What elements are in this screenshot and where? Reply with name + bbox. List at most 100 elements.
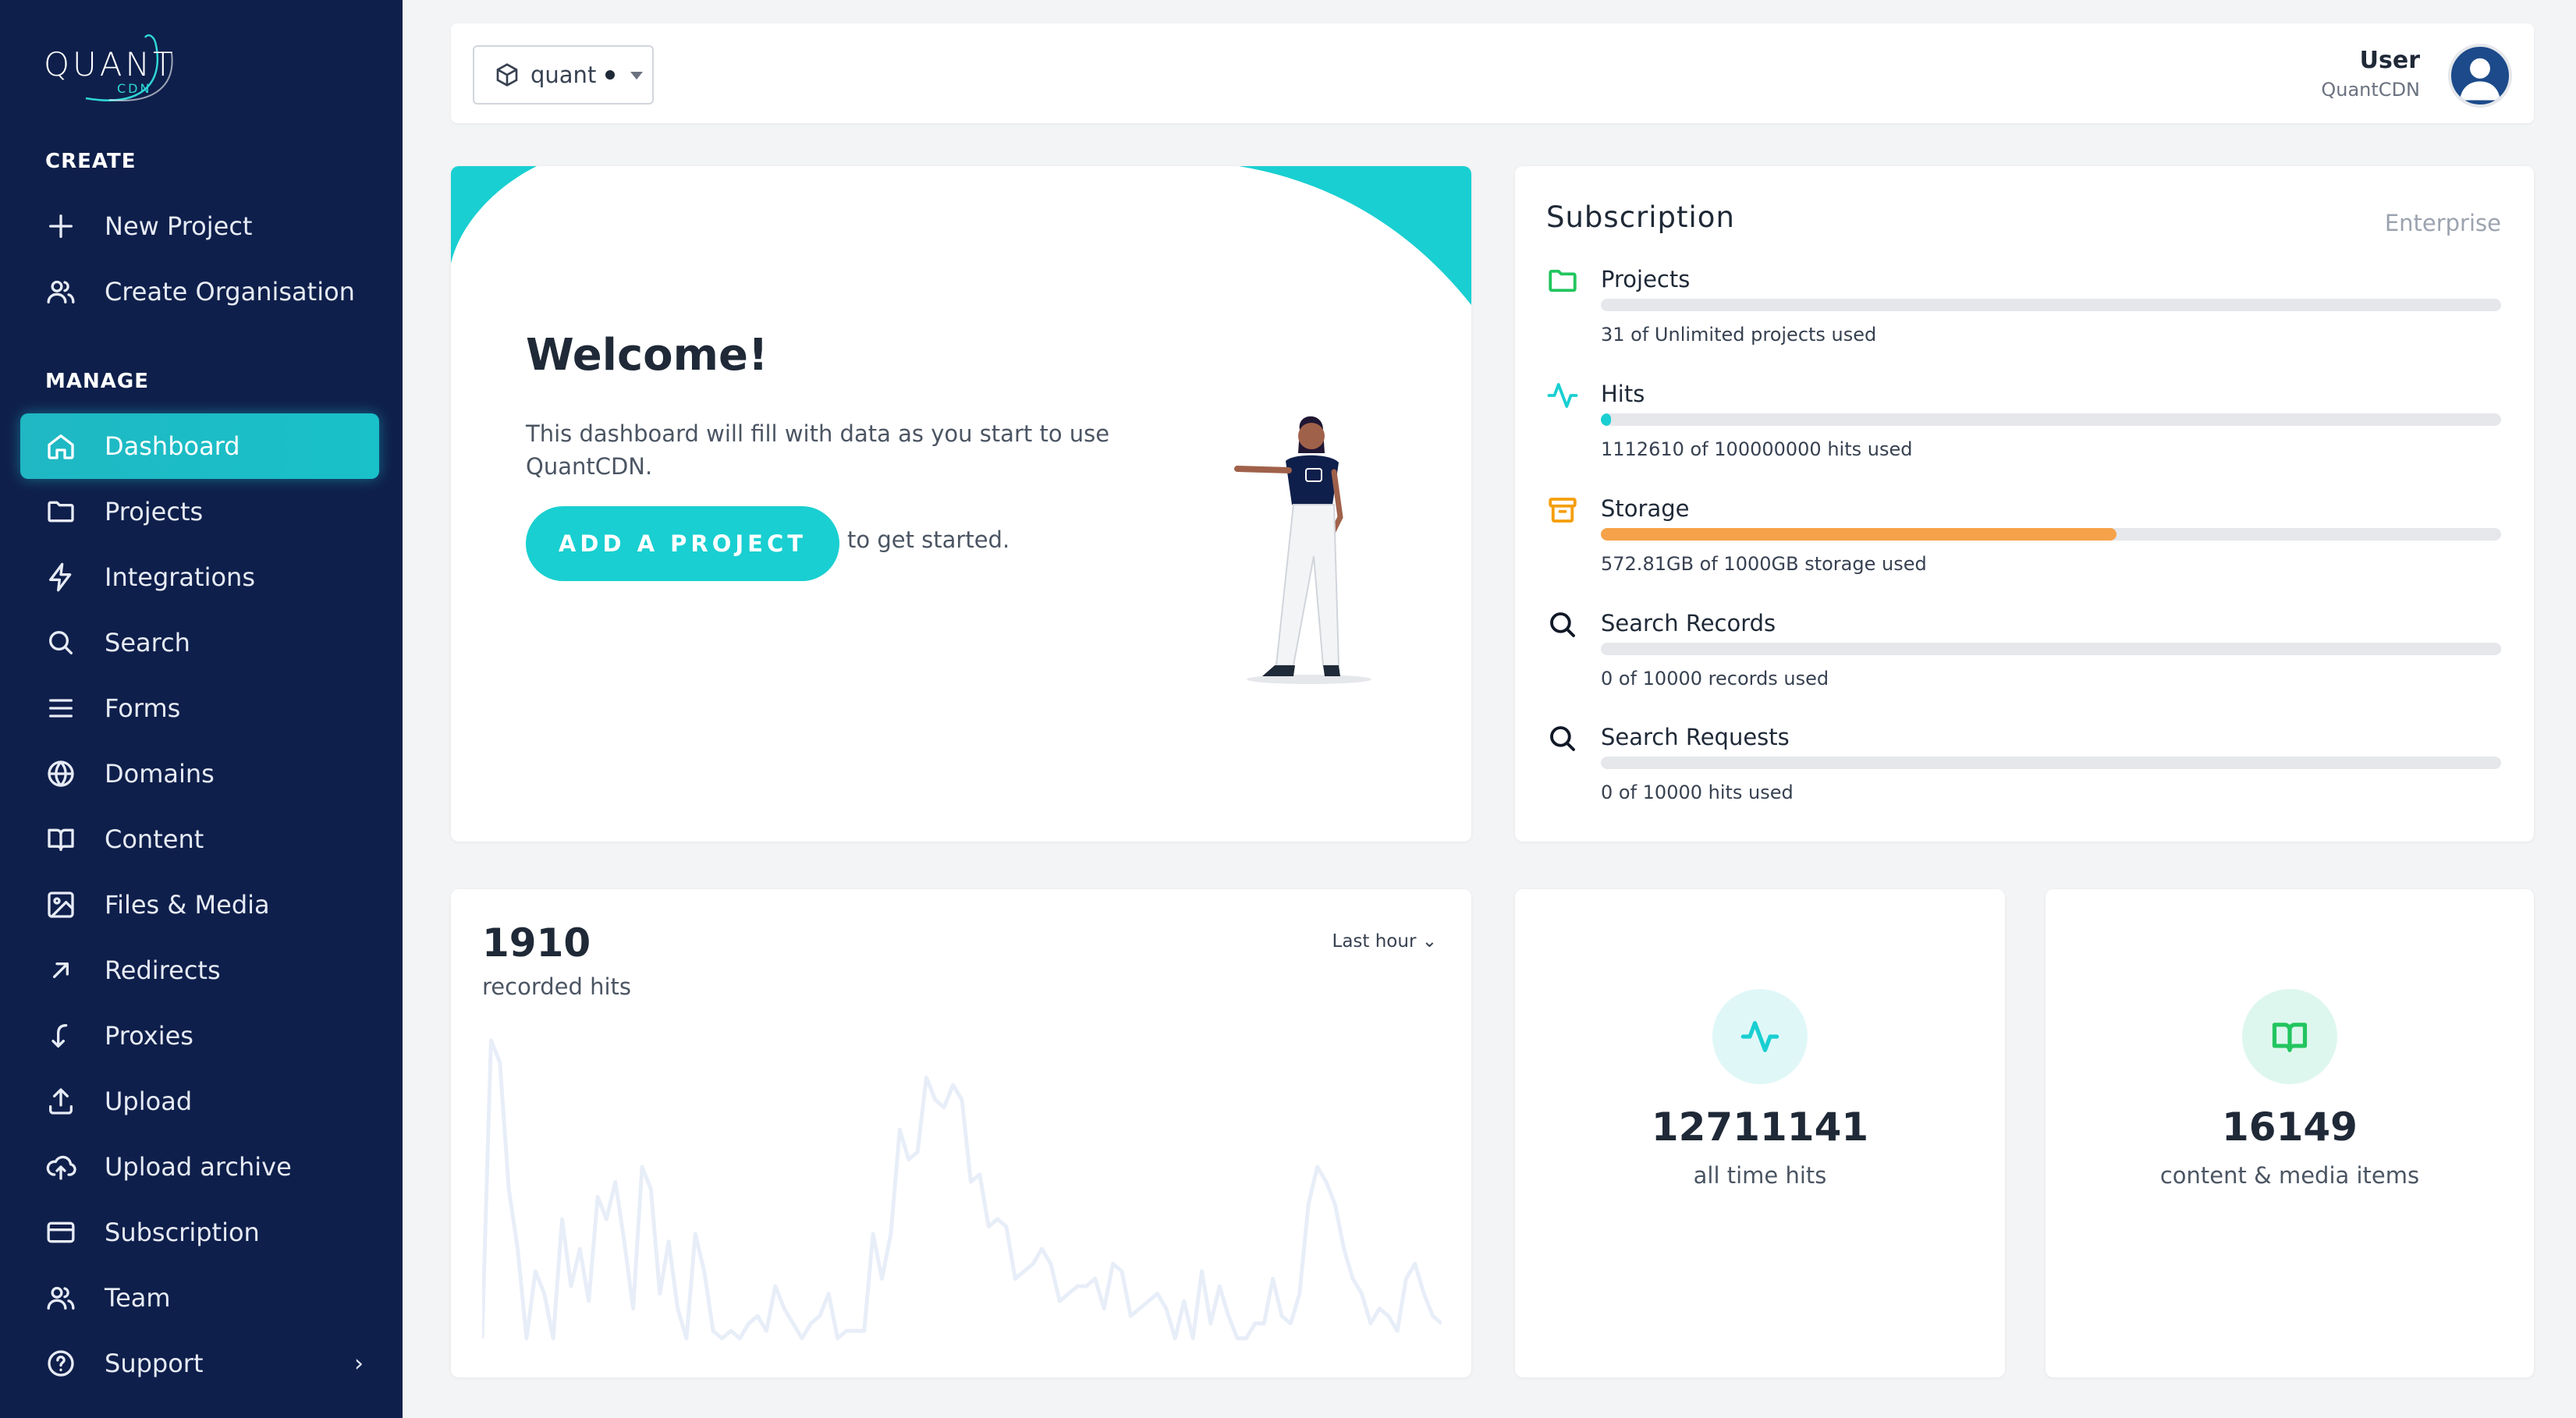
usage-bar-fill: [1601, 413, 1611, 426]
nav-label: Support: [105, 1349, 204, 1378]
nav-label: Create Organisation: [105, 277, 355, 307]
search-icon: [1546, 722, 1579, 755]
stat-value: 16149: [2222, 1104, 2358, 1150]
stat-value: 12711141: [1651, 1104, 1869, 1150]
arrow-down-left-icon: [44, 1019, 78, 1053]
create-section-label: CREATE: [45, 150, 137, 173]
user-name: User: [2359, 47, 2420, 74]
nav-redirects[interactable]: Redirects: [20, 938, 379, 1003]
nav-label: Integrations: [105, 562, 255, 592]
add-project-button[interactable]: ADD A PROJECT: [526, 506, 839, 581]
nav-upload[interactable]: Upload: [20, 1069, 379, 1134]
hits-line-chart: [482, 1038, 1442, 1341]
content-media-items-card: 16149 content & media items: [2046, 889, 2534, 1377]
subscription-row-search-records: Search Records 0 of 10000 records used: [1546, 608, 2503, 702]
plus-icon: [44, 209, 78, 243]
recorded-hits-card: 1910 recorded hits Last hour ⌄: [451, 889, 1471, 1377]
usage-note: 31 of Unlimited projects used: [1601, 324, 1877, 346]
folder-icon: [44, 495, 78, 529]
recorded-hits-value: 1910: [482, 920, 591, 966]
credit-card-icon: [44, 1215, 78, 1250]
nav-label: Search: [105, 628, 190, 658]
nav-new-project[interactable]: New Project: [20, 193, 379, 259]
usage-label: Projects: [1601, 266, 1691, 292]
globe-icon: [44, 757, 78, 791]
stat-icon-circle: [2242, 989, 2337, 1084]
folder-icon: [1546, 264, 1579, 297]
nav-proxies[interactable]: Proxies: [20, 1003, 379, 1069]
nav-integrations[interactable]: Integrations: [20, 544, 379, 610]
status-dot: [605, 70, 616, 80]
nav-label: Content: [105, 824, 204, 854]
usage-note: 1112610 of 100000000 hits used: [1601, 438, 1913, 460]
nav-files-media[interactable]: Files & Media: [20, 872, 379, 938]
cube-icon: [496, 63, 518, 87]
search-icon: [44, 626, 78, 660]
upload-icon: [44, 1084, 78, 1118]
stat-label: content & media items: [2159, 1162, 2420, 1189]
menu-icon: [44, 691, 78, 725]
quantcdn-logo[interactable]: QUANT CDN: [39, 30, 211, 105]
lightning-icon: [44, 560, 78, 594]
manage-section-label: MANAGE: [45, 370, 149, 393]
nav-content[interactable]: Content: [20, 806, 379, 872]
usage-bar-fill: [1601, 528, 2117, 541]
nav-label: Upload: [105, 1087, 193, 1116]
usage-label: Search Records: [1601, 610, 1776, 636]
nav-projects[interactable]: Projects: [20, 479, 379, 544]
chevron-down-icon: ⌄: [1421, 931, 1437, 952]
nav-label: Subscription: [105, 1218, 260, 1247]
nav-label: Projects: [105, 497, 204, 526]
usage-label: Hits: [1601, 381, 1645, 407]
all-time-hits-card: 12711141 all time hits: [1515, 889, 2005, 1377]
welcome-description: This dashboard will fill with data as yo…: [526, 420, 1110, 480]
organisation-select-value: quant: [530, 62, 597, 88]
book-icon: [2272, 1023, 2308, 1052]
nav-dashboard[interactable]: Dashboard: [20, 413, 379, 479]
nav-team[interactable]: Team: [20, 1265, 379, 1331]
nav-search[interactable]: Search: [20, 610, 379, 675]
organisation-select[interactable]: quant: [473, 45, 654, 105]
nav-create-organisation[interactable]: Create Organisation: [20, 259, 379, 324]
users-icon: [44, 1281, 78, 1315]
nav-label: Domains: [105, 759, 215, 789]
nav-label: New Project: [105, 211, 253, 241]
nav-label: Dashboard: [105, 431, 240, 461]
subscription-row-projects: Projects 31 of Unlimited projects used: [1546, 264, 2503, 358]
logo-sub: CDN: [117, 81, 152, 96]
arrow-up-right-icon: [44, 953, 78, 987]
cloud-upload-icon: [44, 1150, 78, 1184]
welcome-decoration: [451, 166, 1471, 305]
recorded-hits-caption: recorded hits: [482, 973, 632, 1000]
users-icon: [44, 275, 78, 309]
activity-icon: [1740, 1021, 1779, 1052]
usage-bar: [1601, 299, 2501, 311]
time-range-label: Last hour: [1332, 931, 1417, 952]
user-info[interactable]: User QuantCDN: [2321, 47, 2420, 101]
plan-badge: Enterprise: [2384, 210, 2501, 236]
time-range-select[interactable]: Last hour ⌄: [1332, 931, 1438, 952]
stat-icon-circle: [1712, 989, 1808, 1084]
nav-subscription[interactable]: Subscription: [20, 1200, 379, 1265]
caret-down-icon: [630, 72, 643, 80]
nav-label: Forms: [105, 693, 181, 723]
welcome-card: Welcome! This dashboard will fill with d…: [451, 166, 1471, 842]
nav-forms[interactable]: Forms: [20, 675, 379, 741]
subscription-card: Subscription Enterprise Projects 31 of U…: [1515, 166, 2534, 842]
book-icon: [44, 822, 78, 856]
logo-word: QUANT: [44, 45, 176, 83]
image-icon: [44, 888, 78, 922]
nav-upload-archive[interactable]: Upload archive: [20, 1134, 379, 1200]
activity-icon: [1546, 379, 1579, 412]
nav-domains[interactable]: Domains: [20, 741, 379, 806]
usage-bar: [1601, 528, 2501, 541]
search-icon: [1546, 608, 1579, 641]
nav-support[interactable]: Support ›: [20, 1331, 379, 1396]
usage-bar: [1601, 643, 2501, 655]
subscription-row-hits: Hits 1112610 of 100000000 hits used: [1546, 379, 2503, 473]
avatar[interactable]: [2448, 44, 2512, 108]
usage-bar: [1601, 413, 2501, 426]
nav-label: Team: [105, 1283, 171, 1313]
question-icon: [44, 1346, 78, 1381]
usage-note: 0 of 10000 hits used: [1601, 782, 1794, 803]
